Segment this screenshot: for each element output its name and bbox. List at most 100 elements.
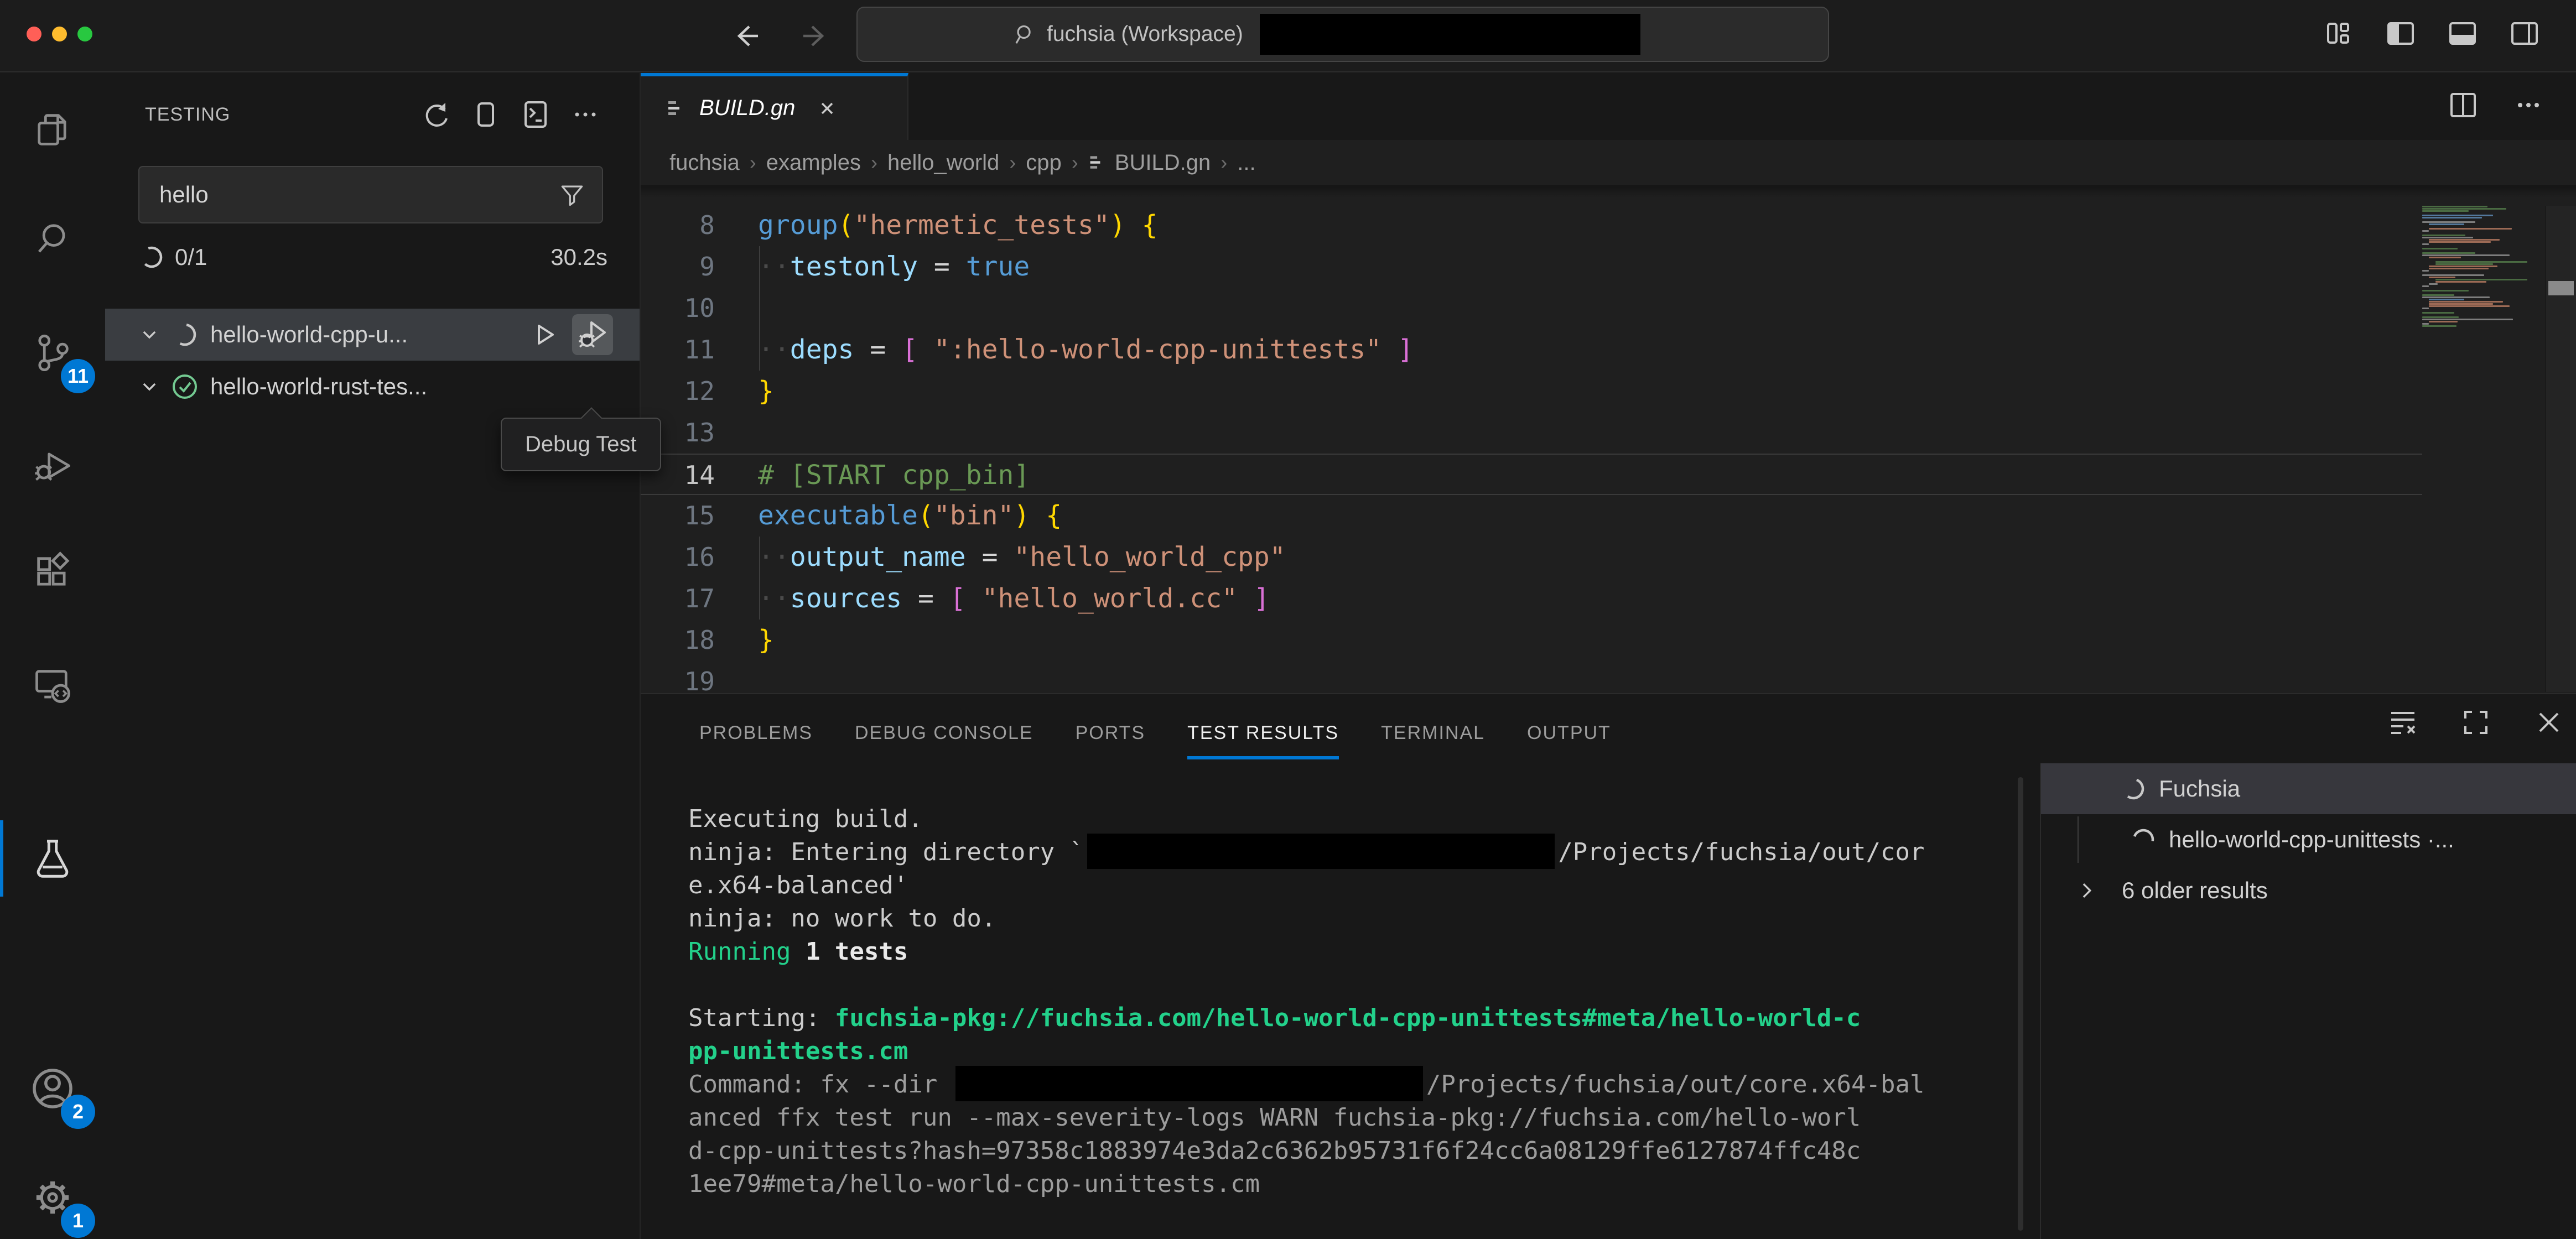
breadcrumb-item[interactable]: ...: [1237, 150, 1255, 175]
code-line-17[interactable]: 17··sources = [ "hello_world.cc" ]: [641, 578, 2422, 620]
code-token: sources: [790, 583, 902, 614]
debug-test-icon[interactable]: [572, 314, 613, 355]
code-token: =: [854, 334, 902, 365]
sidebar-title: TESTING: [145, 104, 230, 126]
test-item-rust[interactable]: hello-world-rust-tes...: [105, 361, 640, 413]
test-item-cpp[interactable]: hello-world-cpp-u...: [105, 309, 640, 361]
code-line-10[interactable]: 10: [641, 288, 2422, 329]
panel-tab-ports[interactable]: PORTS: [1076, 706, 1146, 759]
test-tree: hello-world-cpp-u... hello-world-rust-te…: [105, 309, 640, 413]
chevron-down-icon[interactable]: [137, 374, 162, 399]
settings-badge: 1: [61, 1204, 95, 1238]
breadcrumb-item[interactable]: hello_world: [887, 150, 999, 175]
test-url-link[interactable]: pp-unittests.cm: [688, 1037, 908, 1065]
panel-tab-terminal[interactable]: TERMINAL: [1381, 706, 1485, 759]
code-line-15[interactable]: 15executable("bin") {: [641, 495, 2422, 537]
forward-button[interactable]: [796, 18, 832, 54]
redacted-text: [1087, 834, 1555, 869]
code-line-12[interactable]: 12}: [641, 371, 2422, 412]
close-panel-icon[interactable]: [2533, 706, 2565, 738]
minimize-window-button[interactable]: [52, 27, 67, 41]
chevron-down-icon[interactable]: [137, 322, 162, 347]
code-token: {: [1046, 500, 1062, 531]
test-filter-input[interactable]: hello: [138, 166, 603, 223]
code-line-11[interactable]: 11··deps = [ ":hello-world-cpp-unittests…: [641, 329, 2422, 371]
panel-scrollbar[interactable]: [2018, 777, 2023, 1231]
result-row-cpp-unittests[interactable]: hello-world-cpp-unittests ·...: [2041, 814, 2576, 865]
code-line-13[interactable]: 13: [641, 412, 2422, 454]
line-number: 10: [641, 288, 741, 329]
back-button[interactable]: [729, 18, 766, 54]
close-window-button[interactable]: [27, 27, 41, 41]
test-url-link[interactable]: fuchsia-pkg://fuchsia.com/hello-world-cp…: [835, 1004, 1861, 1032]
code-line-8[interactable]: 8group("hermetic_tests") {: [641, 205, 2422, 246]
code-editor[interactable]: 8group("hermetic_tests") {9··testonly = …: [641, 205, 2422, 702]
toggle-secondary-sidebar-icon[interactable]: [2507, 17, 2542, 51]
sidebar-item-testing[interactable]: [0, 817, 105, 900]
panel-tab-test-results[interactable]: TEST RESULTS: [1187, 706, 1339, 759]
stop-tests-icon[interactable]: [470, 99, 501, 130]
zoom-window-button[interactable]: [77, 27, 92, 41]
split-editor-icon[interactable]: [2447, 88, 2480, 122]
output-line: ninja: Entering directory `/Projects/fuc…: [688, 836, 2038, 869]
test-count: 0/1: [175, 244, 207, 270]
breadcrumb[interactable]: fuchsia›examples›hello_world›cpp›BUILD.g…: [641, 140, 2576, 185]
code-line-18[interactable]: 18}: [641, 620, 2422, 661]
breadcrumb-item[interactable]: examples: [766, 150, 861, 175]
panel-tab-debug-console[interactable]: DEBUG CONSOLE: [855, 706, 1033, 759]
clear-output-icon[interactable]: [2387, 706, 2419, 738]
filter-icon[interactable]: [558, 180, 586, 209]
breadcrumb-item[interactable]: BUILD.gn: [1088, 150, 1211, 175]
command-center-search[interactable]: fuchsia (Workspace): [856, 7, 1829, 62]
customize-layout-icon[interactable]: [2321, 17, 2356, 51]
tab-bar: BUILD.gn: [641, 73, 2576, 140]
run-test-icon[interactable]: [523, 314, 564, 355]
sidebar-item-search[interactable]: [0, 197, 105, 280]
breadcrumb-separator: ›: [1009, 151, 1016, 174]
close-icon[interactable]: [816, 97, 838, 119]
result-row-fuchsia[interactable]: Fuchsia: [2041, 763, 2576, 814]
refresh-tests-icon[interactable]: [420, 99, 451, 130]
code-token: [: [902, 334, 918, 365]
chevron-right-icon: [2074, 878, 2099, 903]
minimap[interactable]: [2422, 206, 2527, 327]
test-terminal-icon[interactable]: [520, 99, 551, 130]
toggle-panel-icon[interactable]: [2445, 17, 2480, 51]
sidebar-item-accounts[interactable]: 2: [0, 1047, 105, 1130]
maximize-panel-icon[interactable]: [2460, 706, 2492, 738]
breadcrumb-item[interactable]: fuchsia: [669, 150, 740, 175]
breadcrumb-separator: ›: [1072, 151, 1078, 174]
running-spinner-icon: [170, 320, 199, 349]
code-text: executable("bin") {: [741, 495, 2422, 537]
toggle-sidebar-icon[interactable]: [2383, 17, 2418, 51]
editor-scrollbar[interactable]: [2545, 206, 2576, 692]
sidebar-item-source-control[interactable]: 11: [0, 311, 105, 394]
result-row-older-results[interactable]: 6 older results: [2041, 865, 2576, 916]
sidebar-item-run-debug[interactable]: [0, 424, 105, 507]
minimap-row: [2422, 325, 2527, 327]
editor-more-actions-icon[interactable]: [2512, 88, 2545, 122]
code-token: [1238, 583, 1254, 614]
sidebar-item-settings[interactable]: 1: [0, 1156, 105, 1239]
more-actions-icon[interactable]: [570, 99, 601, 130]
code-token: =: [918, 251, 966, 282]
output-text: ninja: Entering directory `: [688, 838, 1084, 866]
code-text: ··sources = [ "hello_world.cc" ]: [741, 578, 2422, 620]
test-duration: 30.2s: [550, 244, 607, 270]
sidebar-item-remote-explorer[interactable]: [0, 644, 105, 727]
breadcrumb-item[interactable]: cpp: [1026, 150, 1062, 175]
code-line-14[interactable]: 14# [START cpp_bin]: [641, 454, 2422, 495]
tab-build-gn[interactable]: BUILD.gn: [641, 73, 908, 140]
sidebar-item-explorer[interactable]: [0, 88, 105, 171]
output-text: [791, 938, 806, 966]
run-and-debug-icon: [32, 445, 74, 487]
code-token: ): [1014, 500, 1030, 531]
panel-tab-problems[interactable]: PROBLEMS: [699, 706, 813, 759]
panel-tab-output[interactable]: OUTPUT: [1527, 706, 1611, 759]
code-line-9[interactable]: 9··testonly = true: [641, 246, 2422, 288]
test-passed-icon: [170, 372, 199, 401]
sidebar-item-extensions[interactable]: [0, 530, 105, 613]
scrollbar-handle[interactable]: [2548, 281, 2574, 295]
code-line-16[interactable]: 16··output_name = "hello_world_cpp": [641, 537, 2422, 578]
code-token: testonly: [790, 251, 918, 282]
